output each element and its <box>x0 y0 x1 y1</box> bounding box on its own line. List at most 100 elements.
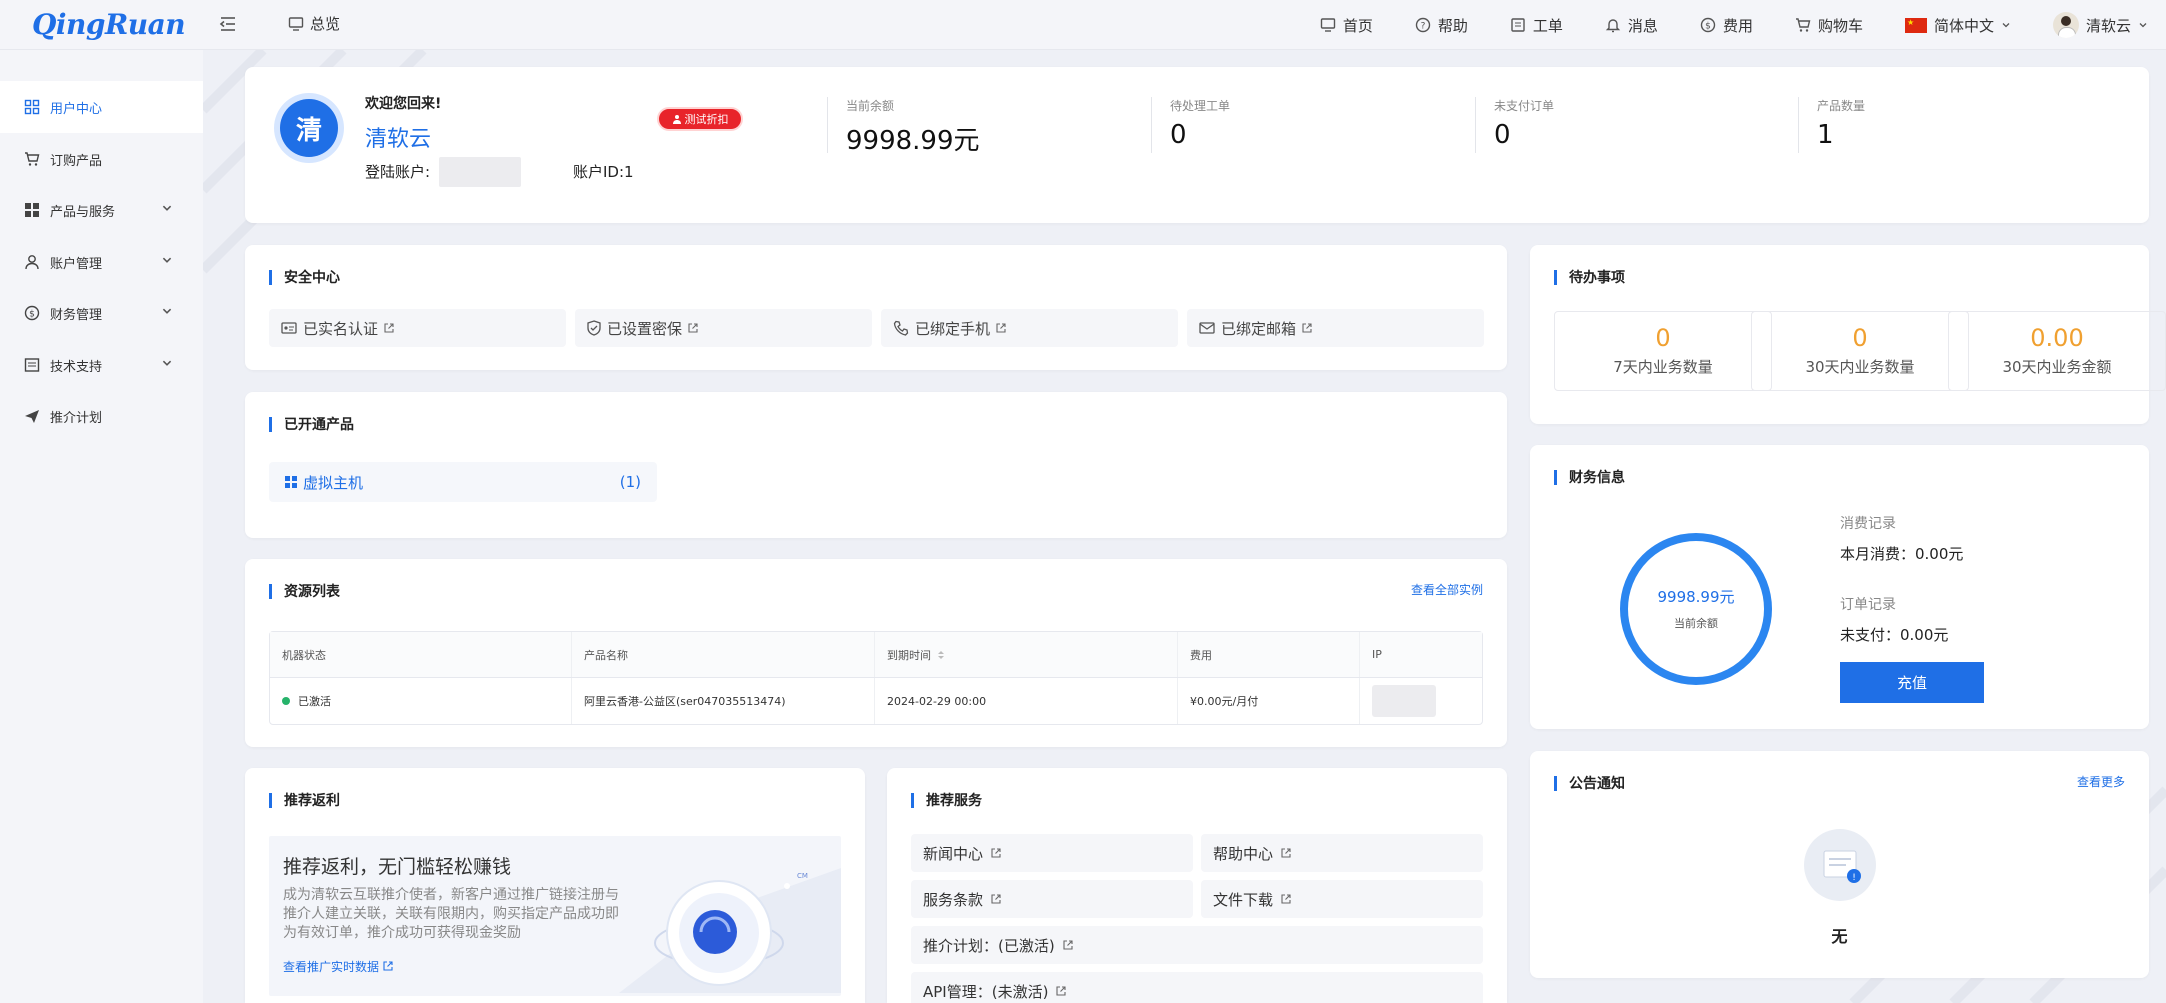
language-select[interactable]: 简体中文 <box>1904 15 2011 36</box>
card-title: 安全中心 <box>269 267 340 287</box>
user-icon <box>25 255 39 270</box>
finance-card: 财务信息 9998.99元 当前余额 消费记录 本月消费：0.00元 订单记录 … <box>1530 445 2149 729</box>
order-label: 订单记录 <box>1840 597 1896 613</box>
phone-icon <box>893 320 909 336</box>
security-label: 已设置密保 <box>607 319 683 338</box>
referral-data-link[interactable]: 查看推广实时数据 <box>283 958 393 975</box>
consume-label: 消费记录 <box>1840 516 1896 532</box>
top-bar: QingRuan 总览 首页 ? 帮助 工单 消息 $ 费用 购物车 ★ 简体中… <box>0 0 2166 50</box>
account-id: 账户ID:1 <box>573 163 634 181</box>
cart-icon <box>25 152 40 166</box>
external-link-icon <box>1063 940 1073 950</box>
security-email[interactable]: 已绑定邮箱 <box>1187 309 1484 347</box>
overview-link[interactable]: 总览 <box>288 13 340 34</box>
view-all-instances-link[interactable]: 查看全部实例 <box>1411 581 1483 598</box>
chevron-down-icon <box>2002 23 2010 28</box>
todo-30day-amount[interactable]: 0.00 30天内业务金额 <box>1948 311 2166 391</box>
monitor-icon <box>1320 18 1336 32</box>
dollar-icon: $ <box>24 305 40 321</box>
external-link-icon <box>991 848 1001 858</box>
security-phone[interactable]: 已绑定手机 <box>881 309 1178 347</box>
nav-label: 费用 <box>1722 16 1753 35</box>
user-avatar: 清 <box>274 93 344 163</box>
service-label: 文件下载 <box>1213 890 1274 909</box>
todo-value: 0 <box>1655 324 1671 352</box>
view-more-link[interactable]: 查看更多 <box>2077 773 2125 790</box>
security-question[interactable]: 已设置密保 <box>575 309 872 347</box>
card-title: 公告通知 <box>1554 773 1625 793</box>
service-terms[interactable]: 服务条款 <box>911 880 1193 918</box>
stat-value: 1 <box>1817 120 1834 150</box>
referral-description: 成为清软云互联推介使者，新客户通过推广链接注册与推介人建立关联，关联有限期内，购… <box>283 887 619 941</box>
avatar-char: 清 <box>280 99 338 157</box>
sort-icon[interactable] <box>937 650 945 660</box>
stat-label: 产品数量 <box>1817 99 1866 113</box>
nav-label: 购物车 <box>1817 16 1863 35</box>
service-help[interactable]: 帮助中心 <box>1201 834 1483 872</box>
service-downloads[interactable]: 文件下载 <box>1201 880 1483 918</box>
external-link-icon <box>688 323 698 333</box>
avatar <box>2052 12 2079 38</box>
mail-icon <box>1199 322 1215 334</box>
security-realname[interactable]: 已实名认证 <box>269 309 566 347</box>
stat-tickets[interactable]: 待处理工单 0 <box>1151 97 1230 153</box>
column-label: 到期时间 <box>887 648 931 662</box>
nav-help[interactable]: ? 帮助 <box>1415 15 1468 36</box>
recharge-button[interactable]: 充值 <box>1840 662 1984 703</box>
balance-ring <box>1620 533 1772 685</box>
stat-label: 待处理工单 <box>1170 99 1231 113</box>
card-title: 资源列表 <box>269 581 340 601</box>
sidebar-item-order[interactable]: 订购产品 <box>0 133 203 185</box>
discount-badge: 测试折扣 <box>657 107 743 131</box>
todo-30day-count[interactable]: 0 30天内业务数量 <box>1751 311 1969 391</box>
document-icon <box>24 358 40 372</box>
security-card: 安全中心 已实名认证 已设置密保 已绑定手机 已绑定邮箱 <box>245 245 1507 370</box>
stat-products[interactable]: 产品数量 1 <box>1798 97 1865 153</box>
sidebar: 用户中心 订购产品 产品与服务 账户管理 $ 财务管理 技术支持 推介计划 <box>0 50 203 1003</box>
user-menu[interactable]: 清软云 <box>2052 12 2148 38</box>
todo-label: 7天内业务数量 <box>1613 358 1713 376</box>
sidebar-item-account[interactable]: 账户管理 <box>0 236 203 288</box>
sidebar-item-support[interactable]: 技术支持 <box>0 339 203 391</box>
services-card: 推荐服务 新闻中心 帮助中心 服务条款 文件下载 推介计划：(已激活) API管… <box>887 768 1507 1003</box>
language-label: 简体中文 <box>1933 16 1994 35</box>
sidebar-item-products[interactable]: 产品与服务 <box>0 184 203 236</box>
product-item-vhost[interactable]: 虚拟主机 (1) <box>269 462 657 502</box>
id-card-icon <box>281 322 297 334</box>
empty-notice-icon: ! <box>1804 829 1876 901</box>
sidebar-item-user-center[interactable]: 用户中心 <box>0 81 203 133</box>
security-label: 已绑定手机 <box>915 319 991 338</box>
product-name: 虚拟主机 <box>303 473 364 492</box>
nav-cart[interactable]: 购物车 <box>1795 15 1863 36</box>
sidebar-item-label: 订购产品 <box>50 153 103 169</box>
logo[interactable]: QingRuan <box>32 8 186 41</box>
nav-messages[interactable]: 消息 <box>1605 15 1658 36</box>
product-name-cell[interactable]: 阿里云香港-公益区(ser047035513474) <box>572 678 875 724</box>
service-news[interactable]: 新闻中心 <box>911 834 1193 872</box>
external-link-icon <box>1281 848 1291 858</box>
service-referral-plan[interactable]: 推介计划：(已激活) <box>911 926 1483 964</box>
column-header: 费用 <box>1178 632 1360 677</box>
todo-card: 待办事项 0 7天内业务数量 0 30天内业务数量 0.00 30天内业务金额 <box>1530 245 2166 424</box>
apps-icon <box>25 203 39 217</box>
external-link-icon <box>1302 323 1312 333</box>
menu-collapse-icon[interactable] <box>218 14 238 34</box>
sidebar-item-finance[interactable]: $ 财务管理 <box>0 287 203 339</box>
column-header-sortable[interactable]: 到期时间 <box>875 632 1178 677</box>
nav-ticket[interactable]: 工单 <box>1510 15 1563 36</box>
referral-link-label: 查看推广实时数据 <box>283 960 380 974</box>
stat-unpaid-orders[interactable]: 未支付订单 0 <box>1475 97 1554 153</box>
external-link-icon <box>991 894 1001 904</box>
todo-7day-count[interactable]: 0 7天内业务数量 <box>1554 311 1772 391</box>
sidebar-item-referral[interactable]: 推介计划 <box>0 390 203 442</box>
nav-fees[interactable]: $ 费用 <box>1700 15 1753 36</box>
nav-home[interactable]: 首页 <box>1320 15 1373 36</box>
monitor-icon <box>288 16 304 31</box>
card-title: 待办事项 <box>1554 267 1625 287</box>
table-row[interactable]: 已激活 阿里云香港-公益区(ser047035513474) 2024-02-2… <box>270 678 1482 724</box>
account-label: 登陆账户: <box>365 163 431 181</box>
user-icon <box>672 115 681 124</box>
service-label: 推介计划：(已激活) <box>923 936 1055 955</box>
service-label: API管理：(未激活) <box>923 982 1049 1001</box>
service-api[interactable]: API管理：(未激活) <box>911 972 1483 1003</box>
